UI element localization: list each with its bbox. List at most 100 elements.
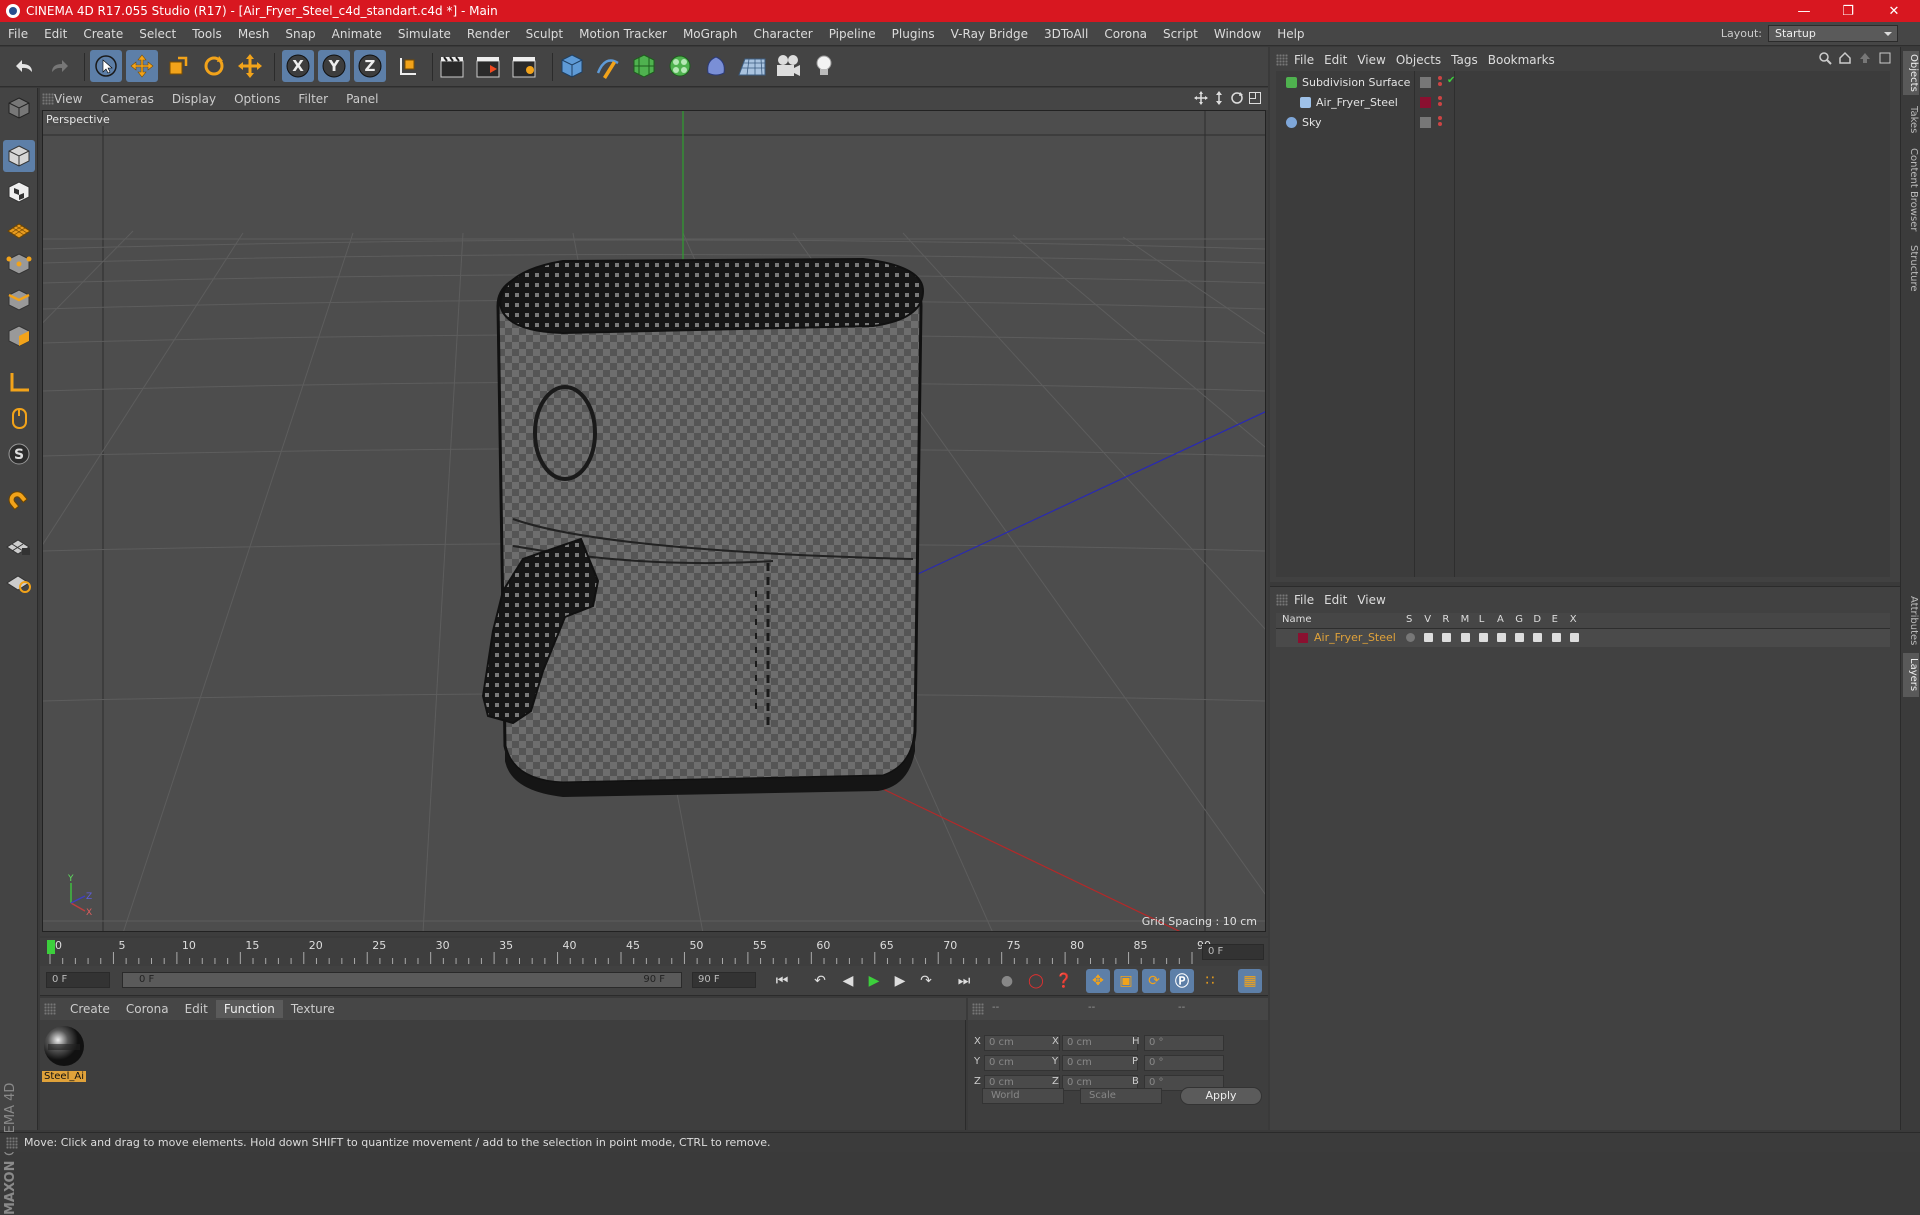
object-menu-view[interactable]: View — [1357, 53, 1395, 67]
search-icon[interactable] — [1818, 51, 1832, 65]
up-arrow-icon[interactable] — [1858, 51, 1872, 65]
redo-button[interactable] — [44, 50, 76, 82]
layer-flag-icon[interactable] — [1497, 633, 1506, 642]
layer-column-r[interactable]: R — [1442, 614, 1449, 625]
coord-field[interactable]: 0 cm — [984, 1055, 1060, 1071]
viewport-menu-options[interactable]: Options — [228, 92, 292, 106]
play-button[interactable]: ▶ — [862, 969, 886, 993]
zoom-view-icon[interactable] — [1212, 91, 1226, 105]
end-frame-field[interactable]: 90 F — [692, 972, 756, 988]
layer-menu-view[interactable]: View — [1357, 593, 1395, 607]
visibility-toggle-icon[interactable] — [1420, 77, 1431, 88]
layer-column-g[interactable]: G — [1515, 614, 1523, 625]
workplane-mode-button[interactable] — [3, 212, 35, 244]
maximize-view-icon[interactable] — [1248, 91, 1262, 105]
home-icon[interactable] — [1838, 51, 1852, 65]
previous-key-button[interactable]: ↶ — [808, 969, 832, 993]
coord-field[interactable]: 0 cm — [984, 1035, 1060, 1051]
autokey-button[interactable]: ◯ — [1024, 969, 1048, 993]
render-settings-button[interactable] — [508, 50, 540, 82]
viewport-menu-panel[interactable]: Panel — [340, 92, 390, 106]
menu-corona[interactable]: Corona — [1096, 27, 1155, 41]
record-keys-button[interactable]: ● — [995, 969, 1019, 993]
layer-row[interactable]: Air_Fryer_Steel — [1276, 629, 1890, 647]
previous-frame-button[interactable]: ◀ — [836, 969, 860, 993]
render-view-button[interactable] — [436, 50, 468, 82]
rotate-view-icon[interactable] — [1230, 91, 1244, 105]
tab-content-browser[interactable]: Content Browser — [1903, 145, 1919, 235]
edges-mode-button[interactable] — [3, 284, 35, 316]
layer-flag-icon[interactable] — [1479, 633, 1488, 642]
snap-button[interactable] — [3, 486, 35, 518]
coord-field[interactable]: 0 ° — [1144, 1055, 1224, 1071]
next-key-button[interactable]: ↷ — [914, 969, 938, 993]
menu-file[interactable]: File — [0, 27, 36, 41]
enabled-check-icon[interactable]: ✔ — [1447, 75, 1455, 86]
layer-column-a[interactable]: A — [1497, 614, 1504, 625]
material-tab-create[interactable]: Create — [62, 1000, 118, 1018]
pan-view-icon[interactable] — [1194, 91, 1208, 105]
tweak-mode-button[interactable] — [3, 402, 35, 434]
timeline-window-button[interactable]: ▦ — [1238, 969, 1262, 993]
menu-edit[interactable]: Edit — [36, 27, 75, 41]
close-button[interactable]: ✕ — [1872, 0, 1916, 22]
render-dot-icon[interactable] — [1438, 116, 1442, 120]
apply-button[interactable]: Apply — [1180, 1087, 1262, 1105]
visibility-toggle-icon[interactable] — [1420, 117, 1431, 128]
y-axis-lock-button[interactable]: Y — [318, 50, 350, 82]
current-frame-field[interactable]: 0 F — [1202, 944, 1264, 960]
menu-simulate[interactable]: Simulate — [390, 27, 459, 41]
render-dot-icon[interactable] — [1438, 96, 1442, 100]
perspective-viewport[interactable]: Y Z X Perspective Grid Spacing : 10 cm — [42, 110, 1266, 932]
key-pla-button[interactable]: ∷ — [1198, 969, 1222, 993]
camera-button[interactable] — [772, 50, 804, 82]
render-dot-icon[interactable] — [1438, 76, 1442, 80]
z-axis-lock-button[interactable]: Z — [354, 50, 386, 82]
light-button[interactable] — [808, 50, 840, 82]
subdivision-surface-button[interactable] — [628, 50, 660, 82]
menu-plugins[interactable]: Plugins — [884, 27, 943, 41]
layer-column-x[interactable]: X — [1570, 614, 1577, 625]
layer-column-d[interactable]: D — [1533, 614, 1541, 625]
points-mode-button[interactable] — [3, 248, 35, 280]
minimize-button[interactable]: — — [1782, 0, 1826, 22]
axis-mode-button[interactable] — [3, 366, 35, 398]
menu-mograph[interactable]: MoGraph — [675, 27, 746, 41]
menu-animate[interactable]: Animate — [324, 27, 390, 41]
material-swatch-steel[interactable]: Steel_Ai — [42, 1024, 88, 1082]
layer-color-swatch[interactable] — [1298, 633, 1308, 643]
layer-column-v[interactable]: V — [1424, 614, 1431, 625]
menu-motion-tracker[interactable]: Motion Tracker — [571, 27, 675, 41]
layer-column-m[interactable]: M — [1461, 614, 1470, 625]
layer-flag-icon[interactable] — [1533, 633, 1542, 642]
tab-takes[interactable]: Takes — [1903, 101, 1919, 139]
material-tab-texture[interactable]: Texture — [283, 1000, 343, 1018]
menu-select[interactable]: Select — [131, 27, 184, 41]
layer-column-name[interactable]: Name — [1282, 614, 1312, 625]
workplane-lock-button[interactable] — [3, 530, 35, 562]
layer-flag-icon[interactable] — [1424, 633, 1433, 642]
menu-render[interactable]: Render — [459, 27, 518, 41]
texture-mode-button[interactable] — [3, 176, 35, 208]
object-menu-bookmarks[interactable]: Bookmarks — [1488, 53, 1565, 67]
keyframe-selection-button[interactable]: ❓ — [1052, 969, 1076, 993]
model-mode-button[interactable] — [3, 140, 35, 172]
material-tab-corona[interactable]: Corona — [118, 1000, 177, 1018]
menu-sculpt[interactable]: Sculpt — [518, 27, 571, 41]
layer-flag-icon[interactable] — [1552, 633, 1561, 642]
coordinate-system-button[interactable] — [392, 50, 424, 82]
go-to-end-button[interactable]: ⏭ — [952, 969, 976, 993]
menu-script[interactable]: Script — [1155, 27, 1206, 41]
next-frame-button[interactable]: ▶ — [888, 969, 912, 993]
layer-flag-icon[interactable] — [1515, 633, 1524, 642]
start-frame-field[interactable]: 0 F — [46, 972, 110, 988]
object-menu-file[interactable]: File — [1294, 53, 1324, 67]
coord-field[interactable]: 0 ° — [1144, 1035, 1224, 1051]
x-axis-lock-button[interactable]: X — [282, 50, 314, 82]
new-view-icon[interactable] — [1878, 51, 1892, 65]
transform-tool[interactable] — [234, 50, 266, 82]
move-tool[interactable] — [126, 50, 158, 82]
layer-flag-icon[interactable] — [1461, 633, 1470, 642]
material-tab-function[interactable]: Function — [216, 1000, 283, 1018]
make-editable-button[interactable] — [3, 92, 35, 124]
